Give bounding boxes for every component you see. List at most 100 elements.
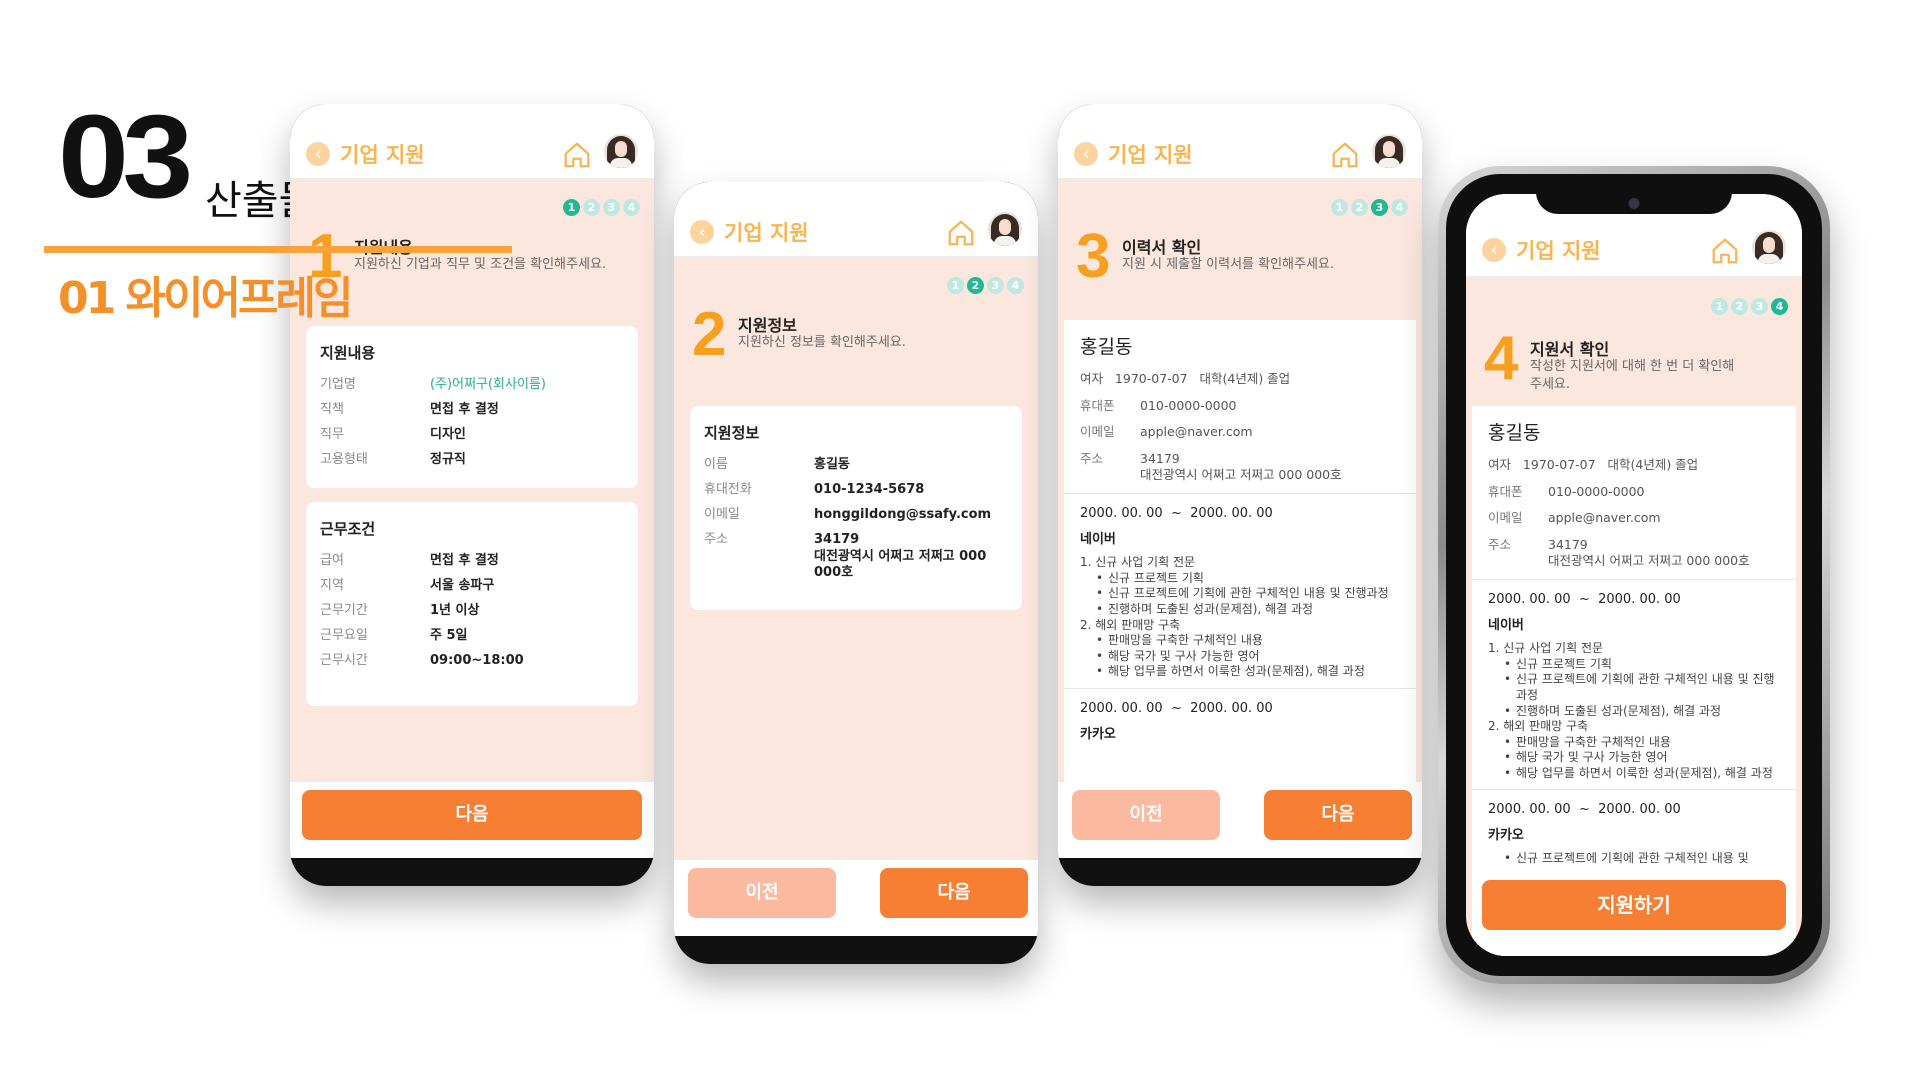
phone-screen-3: ‹ 기업 지원 1 2 3 4 3 이력서 확인 지원 시 제출할 이력서를 확…	[1058, 104, 1422, 886]
step-1: 1	[563, 199, 580, 216]
resume-email-row: 이메일 apple@naver.com	[1080, 424, 1400, 440]
next-button[interactable]: 다음	[302, 790, 642, 840]
phone-screen-2: ‹ 기업 지원 1 2 3 4 2 지원정보 지원하신 정보를 확인해주세요. …	[674, 182, 1038, 964]
career-sub-item: 판매망을 구축한 구체적인 내용	[1488, 735, 1780, 751]
profile-text: 여자 1970-07-07 대학(4년제) 졸업	[1080, 371, 1291, 386]
career-sub-item: 해당 업무를 하면서 이룩한 성과(문제점), 해결 과정	[1488, 766, 1780, 782]
resume-phone-row: 휴대폰 010-0000-0000	[1080, 398, 1400, 414]
row-value: 정규직	[430, 451, 466, 467]
notch	[761, 182, 951, 206]
avatar[interactable]	[988, 212, 1022, 246]
slide-number: 03	[58, 91, 193, 223]
back-arrow-icon[interactable]: ‹	[1074, 142, 1098, 166]
step-indicator: 1 2 3 4	[1331, 199, 1408, 216]
step-1: 1	[947, 277, 964, 294]
card-title: 지원내용	[320, 344, 376, 362]
row-value: 면접 후 결정	[430, 553, 499, 568]
step-indicator: 1 2 3 4	[563, 199, 640, 216]
step-description: 지원 시 제출할 이력서를 확인해주세요.	[1122, 257, 1335, 272]
step-1: 1	[1331, 199, 1348, 216]
step-2: 2	[1351, 199, 1368, 216]
resume-phone: 010-0000-0000	[1548, 483, 1645, 499]
applicant-email: honggildong@ssafy.com	[814, 506, 992, 522]
step-title: 이력서 확인	[1122, 238, 1202, 257]
prev-button[interactable]: 이전	[1072, 790, 1220, 840]
row-label: 근무시간	[320, 652, 368, 668]
resume-email-row: 이메일 apple@naver.com	[1488, 510, 1780, 526]
applicant-phone: 010-1234-5678	[814, 481, 925, 497]
career-sub-item: 신규 프로젝트에 기획에 관한 구체적인 내용 및 진행과정	[1488, 672, 1780, 703]
card-title: 근무조건	[320, 520, 376, 538]
submit-application-button[interactable]: 지원하기	[1482, 880, 1786, 930]
resume-profile: 여자 1970-07-07 대학(4년제) 졸업	[1080, 371, 1400, 387]
career-period: 2000. 00. 00 ~ 2000. 00. 00	[1488, 802, 1681, 818]
career-sub-item: 신규 프로젝트에 기획에 관한 구체적인 내용 및	[1488, 851, 1780, 867]
career-period: 2000. 00. 00 ~ 2000. 00. 00	[1080, 506, 1273, 522]
step-number: 3	[1076, 222, 1111, 291]
prev-button[interactable]: 이전	[688, 868, 836, 918]
resume-phone-row: 휴대폰 010-0000-0000	[1488, 484, 1780, 500]
resume-address: 34179 대전광역시 어쩌고 저쩌고 000 000호	[1548, 536, 1750, 568]
row-label: 이름	[704, 457, 728, 472]
row-label: 지역	[320, 577, 344, 593]
row-label: 이메일	[1080, 424, 1115, 440]
resume-address: 34179 대전광역시 어쩌고 저쩌고 000 000호	[1140, 450, 1342, 482]
home-icon[interactable]	[946, 218, 976, 248]
row-label: 주소	[1488, 536, 1512, 552]
apply-content-card: 지원내용 기업명 (주)어쩌구(회사이름) 직책 면접 후 결정 직무 디자인 고용형…	[306, 326, 638, 488]
step-4: 4	[623, 199, 640, 216]
row-label: 주소	[1080, 450, 1104, 466]
career-item: 2. 해외 판매망 구축	[1488, 719, 1589, 734]
step-3: 3	[603, 199, 620, 216]
resume-email: apple@naver.com	[1140, 424, 1253, 440]
avatar[interactable]	[1372, 134, 1406, 168]
row-label: 휴대폰	[1488, 483, 1523, 499]
step-header: 2 지원정보 지원하신 정보를 확인해주세요.	[692, 304, 1020, 380]
avatar[interactable]	[604, 134, 638, 168]
app-title: 기업 지원	[724, 221, 809, 245]
home-icon[interactable]	[1330, 140, 1360, 170]
row-value: 1년 이상	[430, 602, 480, 618]
career-company: 카카오	[1488, 828, 1524, 844]
step-title: 지원정보	[738, 316, 797, 335]
resume-email: apple@naver.com	[1548, 510, 1661, 526]
step-3: 3	[1371, 199, 1388, 216]
step-indicator: 1 2 3 4	[1711, 298, 1788, 315]
profile-text: 여자 1970-07-07 대학(4년제) 졸업	[1488, 457, 1699, 472]
back-arrow-icon[interactable]: ‹	[1482, 238, 1506, 262]
next-button[interactable]: 다음	[1264, 790, 1412, 840]
back-arrow-icon[interactable]: ‹	[306, 142, 330, 166]
applicant-info-card: 지원정보 이름 홍길동 휴대전화 010-1234-5678 이메일 honggild…	[690, 406, 1022, 610]
avatar[interactable]	[1752, 230, 1786, 264]
divider	[1472, 789, 1796, 791]
back-arrow-icon[interactable]: ‹	[690, 220, 714, 244]
divider	[1472, 579, 1796, 581]
career-period: 2000. 00. 00 ~ 2000. 00. 00	[1080, 700, 1273, 716]
company-name-link[interactable]: (주)어쩌구(회사이름)	[430, 377, 546, 394]
step-number: 2	[692, 300, 727, 369]
home-icon[interactable]	[562, 140, 592, 170]
slide-subtitle: 01 와이어프레임	[58, 273, 353, 324]
row-label: 근무기간	[320, 602, 368, 618]
row-label: 고용형태	[320, 451, 368, 467]
row-label: 주소	[704, 531, 728, 547]
row-value: 서울 송파구	[430, 577, 495, 593]
app-title: 기업 지원	[340, 143, 425, 167]
career-sub-item: 진행하며 도출된 성과(문제점), 해결 과정	[1488, 704, 1780, 720]
application-preview: 홍길동 여자 1970-07-07 대학(4년제) 졸업 휴대폰 010-0000…	[1472, 406, 1796, 956]
career-company: 카카오	[1080, 726, 1116, 742]
home-icon[interactable]	[1710, 236, 1740, 266]
step-4: 4	[1391, 199, 1408, 216]
next-button[interactable]: 다음	[880, 868, 1028, 918]
row-label: 이메일	[1488, 510, 1523, 526]
step-2: 2	[1731, 298, 1748, 315]
resume-name: 홍길동	[1080, 336, 1133, 358]
app-title: 기업 지원	[1516, 239, 1601, 263]
step-title: 지원서 확인	[1530, 340, 1610, 359]
row-label: 기업명	[320, 377, 356, 392]
step-header: 1 지원내용 지원하신 기업과 직무 및 조건을 확인해주세요.	[308, 226, 636, 302]
app-title: 기업 지원	[1108, 143, 1193, 167]
career-sub-item: 진행하며 도출된 성과(문제점), 해결 과정	[1080, 602, 1400, 618]
row-label: 직무	[320, 426, 344, 442]
career-period: 2000. 00. 00 ~ 2000. 00. 00	[1488, 592, 1681, 608]
